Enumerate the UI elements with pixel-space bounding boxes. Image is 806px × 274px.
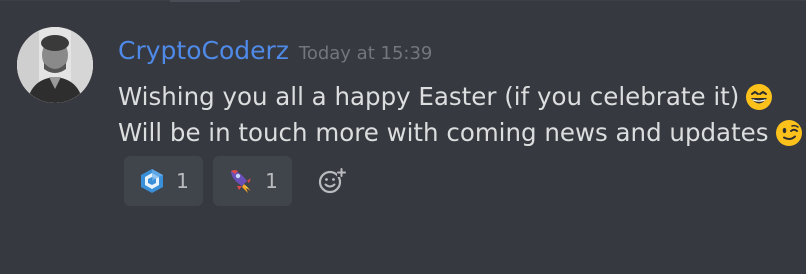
timestamp[interactable]: Today at 15:39 [299, 43, 432, 64]
avatar[interactable] [17, 27, 93, 103]
reaction-count: 1 [176, 169, 189, 193]
grinning-squint-face-icon [745, 83, 773, 111]
reaction-count: 1 [265, 169, 278, 193]
message-line: Will be in touch more with coming news a… [118, 116, 803, 150]
rocket-emoji-icon [227, 167, 255, 195]
reactions-bar: 1 1 [124, 156, 350, 206]
username[interactable]: CryptoCoderz [118, 34, 289, 68]
add-reaction-button[interactable] [314, 163, 350, 199]
message-line: Wishing you all a happy Easter (if you c… [118, 80, 773, 114]
winking-face-icon [775, 119, 803, 147]
message-header: CryptoCoderz Today at 15:39 [118, 34, 432, 68]
message-text: Will be in touch more with coming news a… [118, 118, 769, 147]
avatar-photo [17, 27, 93, 103]
message-text: Wishing you all a happy Easter (if you c… [118, 82, 740, 111]
hexagon-logo-emoji-icon [138, 167, 166, 195]
reaction-button[interactable]: 1 [124, 156, 203, 206]
reaction-button[interactable]: 1 [213, 156, 292, 206]
add-reaction-icon [318, 168, 346, 194]
chat-message: CryptoCoderz Today at 15:39 Wishing you … [0, 0, 806, 274]
